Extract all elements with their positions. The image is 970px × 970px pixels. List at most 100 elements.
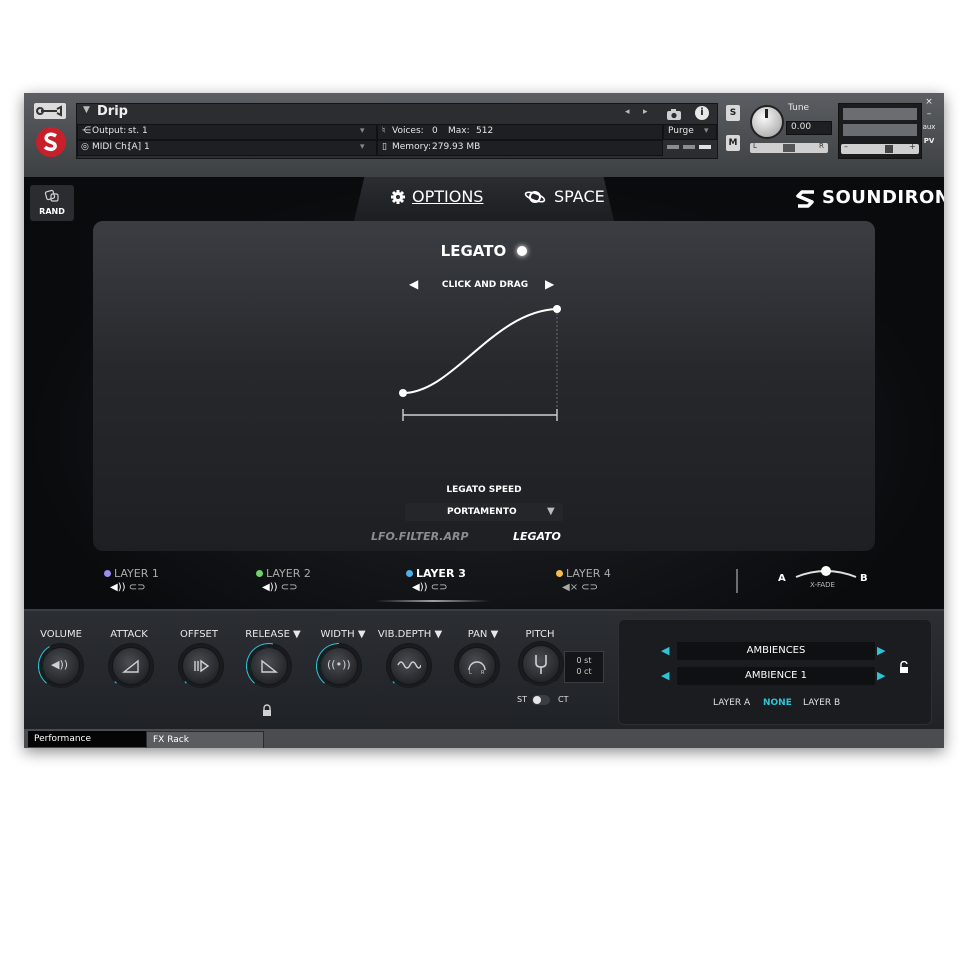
st-ct-toggle[interactable] bbox=[532, 695, 550, 705]
pan-arc-icon: LR bbox=[468, 661, 486, 675]
next-instrument-icon[interactable]: ▸ bbox=[643, 107, 648, 117]
pan-slider[interactable]: L R bbox=[750, 142, 828, 153]
tune-value: 0.00 bbox=[791, 122, 812, 132]
wrench-icon[interactable] bbox=[34, 103, 66, 119]
minimize-icon[interactable]: – bbox=[923, 109, 935, 119]
kontakt-window: ▼ Drip ◂ ▸ i ⋲ Output: st. 1 ▾ ◎ MIDI Ch… bbox=[24, 93, 944, 748]
link-icon[interactable]: ⊂⊃ bbox=[431, 582, 448, 593]
volume-slider[interactable]: – + bbox=[841, 142, 919, 154]
instrument-name[interactable]: Drip bbox=[97, 104, 128, 119]
release-knob[interactable] bbox=[246, 643, 292, 689]
vib-depth-knob[interactable] bbox=[386, 643, 432, 689]
tune-value-field[interactable]: 0.00 bbox=[786, 121, 832, 135]
layer-4[interactable]: LAYER 4 ◀× ⊂⊃ bbox=[556, 567, 636, 593]
instrument-main-panel: RAND OPTIONS SPACE SOUNDIRON LEGATO ◀ CL… bbox=[24, 177, 944, 609]
legato-speed-dropdown[interactable]: PORTAMENTO ▼ bbox=[405, 503, 563, 521]
tab-fx-rack[interactable]: FX Rack bbox=[146, 731, 264, 748]
pv-button[interactable]: PV bbox=[921, 137, 937, 145]
midi-strip[interactable]: ◎ MIDI Ch: [A] 1 ▾ bbox=[77, 140, 377, 156]
unlock-icon[interactable] bbox=[899, 658, 909, 673]
layer-2[interactable]: LAYER 2 ◀)) ⊂⊃ bbox=[256, 567, 336, 593]
ambience-category-selector[interactable]: AMBIENCES bbox=[677, 642, 875, 660]
ambience-preset-next-icon[interactable]: ▶ bbox=[877, 669, 885, 682]
pitch-readout[interactable]: 0 st 0 ct bbox=[564, 651, 604, 683]
layer-color-dot bbox=[406, 570, 413, 577]
ambience-preset-selector[interactable]: AMBIENCE 1 bbox=[677, 667, 875, 685]
offset-label: OFFSET bbox=[180, 629, 218, 640]
link-icon[interactable]: ⊂⊃ bbox=[281, 582, 298, 593]
xfade-label: X-FADE bbox=[810, 581, 835, 589]
link-icon[interactable]: ⊂⊃ bbox=[581, 582, 598, 593]
voices-strip: ♮ Voices: 0 Max: 512 bbox=[377, 124, 663, 140]
output-dropdown-icon[interactable]: ▾ bbox=[360, 126, 365, 136]
speaker-icon[interactable]: ◀)) bbox=[412, 582, 428, 593]
midi-dropdown-icon[interactable]: ▾ bbox=[360, 142, 365, 152]
lock-icon[interactable] bbox=[262, 701, 272, 716]
solo-button[interactable]: S bbox=[726, 105, 740, 121]
st-label: ST bbox=[517, 695, 527, 704]
ambience-layer-b[interactable]: LAYER B bbox=[803, 698, 840, 708]
volume-label: VOLUME bbox=[40, 629, 82, 640]
prev-instrument-icon[interactable]: ◂ bbox=[625, 107, 630, 117]
ambience-category-next-icon[interactable]: ▶ bbox=[877, 644, 885, 657]
purge-dropdown-icon[interactable]: ▾ bbox=[704, 126, 709, 136]
memory-icon: ▯ bbox=[382, 142, 387, 152]
mute-button[interactable]: M bbox=[726, 135, 740, 151]
purge-button[interactable]: Purge ▾ bbox=[663, 124, 717, 140]
ambience-category-prev-icon[interactable]: ◀ bbox=[661, 644, 669, 657]
curve-prev-arrow-icon[interactable]: ◀ bbox=[409, 277, 421, 291]
purge-label: Purge bbox=[668, 126, 694, 136]
layer-3[interactable]: LAYER 3 ◀)) ⊂⊃ bbox=[406, 567, 496, 593]
curve-next-arrow-icon[interactable]: ▶ bbox=[545, 277, 557, 291]
sub-tab-lfo-filter-arp[interactable]: LFO.FILTER.ARP bbox=[371, 530, 469, 543]
tab-performance[interactable]: Performance bbox=[28, 731, 146, 747]
attack-label: ATTACK bbox=[110, 629, 148, 640]
ambience-preset-prev-icon[interactable]: ◀ bbox=[661, 669, 669, 682]
ambience-layer-a[interactable]: LAYER A bbox=[713, 698, 750, 708]
output-strip[interactable]: ⋲ Output: st. 1 ▾ bbox=[77, 124, 377, 140]
tab-space[interactable]: SPACE bbox=[554, 187, 605, 206]
release-envelope-icon bbox=[261, 659, 278, 673]
ambience-layer-none[interactable]: NONE bbox=[763, 698, 792, 708]
info-icon[interactable]: i bbox=[695, 106, 709, 120]
attack-knob[interactable] bbox=[108, 643, 154, 689]
pan-knob[interactable]: LR bbox=[454, 643, 500, 689]
vib-depth-label[interactable]: VIB.DEPTH ▼ bbox=[374, 629, 446, 640]
legato-toggle-led[interactable] bbox=[517, 246, 528, 256]
tune-knob[interactable] bbox=[750, 105, 784, 139]
volume-knob[interactable]: ◀)) bbox=[38, 643, 84, 689]
tab-bar: OPTIONS SPACE bbox=[354, 177, 614, 221]
purge-indicator bbox=[667, 145, 713, 149]
pan-handle[interactable] bbox=[783, 144, 795, 152]
bottom-tab-bar: Performance FX Rack bbox=[24, 729, 944, 748]
instrument-menu-icon[interactable]: ▼ bbox=[83, 105, 97, 115]
layer-color-dot bbox=[556, 570, 563, 577]
width-knob[interactable]: ((•)) bbox=[316, 643, 362, 689]
dice-icon bbox=[44, 188, 60, 202]
volume-plus-label: + bbox=[909, 142, 916, 151]
layer-1[interactable]: LAYER 1 ◀)) ⊂⊃ bbox=[104, 567, 184, 593]
close-icon[interactable]: × bbox=[923, 97, 935, 107]
tab-options[interactable]: OPTIONS bbox=[412, 187, 483, 206]
volume-handle[interactable] bbox=[885, 145, 893, 153]
pitch-knob[interactable] bbox=[518, 641, 564, 687]
speaker-icon[interactable]: ◀)) bbox=[262, 582, 278, 593]
rand-button[interactable]: RAND bbox=[30, 185, 74, 221]
camera-icon[interactable] bbox=[665, 106, 683, 120]
level-meter: – + bbox=[838, 103, 922, 159]
link-icon[interactable]: ⊂⊃ bbox=[129, 582, 146, 593]
ct-label: CT bbox=[558, 695, 569, 704]
max-value[interactable]: 512 bbox=[476, 126, 493, 136]
performance-controls: VOLUME ATTACK OFFSET RELEASE ▼ WIDTH ▼ V… bbox=[24, 609, 944, 731]
legato-card: LEGATO ◀ CLICK AND DRAG ▶ LEGATO SPEED P… bbox=[93, 221, 875, 551]
speaker-icon[interactable]: ◀)) bbox=[110, 582, 126, 593]
voices-value: 0 bbox=[432, 126, 438, 136]
aux-button[interactable]: aux bbox=[921, 123, 937, 131]
release-label[interactable]: RELEASE ▼ bbox=[238, 629, 308, 640]
sub-tab-legato[interactable]: LEGATO bbox=[513, 530, 561, 543]
speaker-muted-icon[interactable]: ◀× bbox=[562, 582, 578, 593]
width-label[interactable]: WIDTH ▼ bbox=[308, 629, 378, 640]
legato-curve-editor[interactable] bbox=[393, 301, 573, 431]
offset-knob[interactable] bbox=[178, 643, 224, 689]
soundiron-logo-icon bbox=[36, 127, 66, 157]
